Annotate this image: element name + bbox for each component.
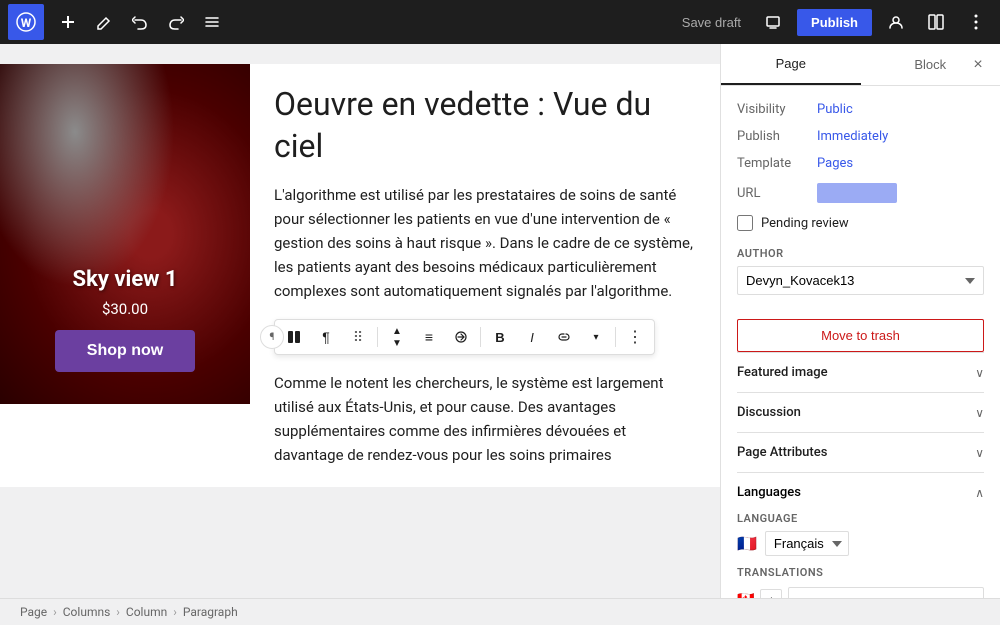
ca-translation-input[interactable] (788, 587, 984, 598)
language-flag: 🇫🇷 (737, 534, 757, 553)
article-body-2: Comme le notent les chercheurs, le systè… (274, 371, 696, 467)
pending-review-label: Pending review (761, 216, 849, 231)
url-display[interactable] (817, 183, 897, 203)
product-card-content: Sky view 1 $30.00 Shop now (55, 267, 195, 372)
languages-chevron: ∧ (975, 486, 984, 500)
ca-add-button[interactable]: + (760, 589, 782, 599)
layout-button[interactable] (920, 6, 952, 38)
language-select[interactable]: Français (765, 531, 849, 556)
bold-button[interactable]: B (485, 322, 515, 352)
sidebar-body: Visibility Public Publish Immediately Te… (721, 86, 1000, 598)
visibility-label: Visibility (737, 102, 817, 117)
publish-button[interactable]: Publish (797, 9, 872, 36)
tab-page[interactable]: Page (721, 44, 861, 85)
translations-label: Translations (737, 566, 984, 579)
translation-ca-row: 🇨🇦 + (737, 587, 984, 598)
link-button[interactable] (549, 322, 579, 352)
product-card: Sky view 1 $30.00 Shop now (0, 64, 250, 404)
featured-image-chevron: ∨ (975, 366, 984, 380)
breadcrumb-sep-2: › (116, 605, 120, 619)
toolbar-divider-2 (480, 327, 481, 347)
language-row: 🇫🇷 Français (737, 531, 984, 556)
author-section: AUTHOR Devyn_Kovacek13 (737, 247, 984, 295)
languages-title: Languages (737, 485, 801, 500)
featured-image-section[interactable]: Featured image ∨ (737, 352, 984, 392)
transform-button[interactable] (446, 322, 476, 352)
discussion-label: Discussion (737, 405, 801, 420)
template-label: Template (737, 156, 817, 171)
editor-content: Sky view 1 $30.00 Shop now Oeuvre en ved… (0, 64, 720, 487)
toolbar-divider-3 (615, 327, 616, 347)
pending-review-row: Pending review (737, 215, 984, 231)
product-title: Sky view 1 (73, 267, 178, 292)
featured-image-label: Featured image (737, 365, 828, 380)
languages-header[interactable]: Languages ∧ (737, 485, 984, 500)
columns-block: Sky view 1 $30.00 Shop now Oeuvre en ved… (0, 64, 720, 487)
sidebar-tabs: Page Block × (721, 44, 1000, 86)
author-label: AUTHOR (737, 247, 984, 260)
paragraph-icon-button[interactable]: ¶ (311, 322, 341, 352)
language-sublabel: Language (737, 512, 984, 525)
preview-button[interactable] (757, 6, 789, 38)
template-value[interactable]: Pages (817, 156, 853, 171)
drag-button[interactable]: ⠿ (343, 322, 373, 352)
breadcrumb-sep-3: › (173, 605, 177, 619)
discussion-chevron: ∨ (975, 406, 984, 420)
redo-button[interactable] (160, 6, 192, 38)
list-view-button[interactable] (196, 6, 228, 38)
sidebar: Page Block × Visibility Public Publish I… (720, 44, 1000, 598)
url-row: URL (737, 183, 984, 203)
publish-row-label: Publish (737, 129, 817, 144)
more-block-options-button[interactable]: ⋮ (620, 322, 650, 352)
italic-button[interactable]: I (517, 322, 547, 352)
undo-button[interactable] (124, 6, 156, 38)
edit-button[interactable] (88, 6, 120, 38)
image-column: Sky view 1 $30.00 Shop now (0, 64, 250, 487)
breadcrumb: Page › Columns › Column › Paragraph (0, 598, 1000, 625)
visibility-row: Visibility Public (737, 102, 984, 117)
page-attributes-chevron: ∨ (975, 446, 984, 460)
text-column: Oeuvre en vedette : Vue du ciel L'algori… (250, 64, 720, 487)
wp-logo-button[interactable]: W (8, 4, 44, 40)
paragraph-drag-handle[interactable]: ¶ (260, 325, 284, 349)
move-to-trash-button[interactable]: Move to trash (737, 319, 984, 352)
publish-row-value[interactable]: Immediately (817, 129, 888, 144)
breadcrumb-sep-1: › (53, 605, 57, 619)
page-attributes-label: Page Attributes (737, 445, 827, 460)
pending-review-checkbox[interactable] (737, 215, 753, 231)
product-price: $30.00 (102, 300, 148, 318)
svg-text:W: W (21, 16, 32, 30)
main-layout: Sky view 1 $30.00 Shop now Oeuvre en ved… (0, 44, 1000, 598)
publish-row: Publish Immediately (737, 129, 984, 144)
visibility-value[interactable]: Public (817, 102, 853, 117)
sidebar-close-button[interactable]: × (964, 51, 992, 79)
editor-area: Sky view 1 $30.00 Shop now Oeuvre en ved… (0, 44, 720, 598)
article-body-1: L'algorithme est utilisé par les prestat… (274, 183, 696, 303)
page-attributes-section[interactable]: Page Attributes ∨ (737, 432, 984, 472)
move-up-button[interactable]: ▲▼ (382, 322, 412, 352)
breadcrumb-column[interactable]: Column (126, 605, 167, 619)
user-button[interactable] (880, 6, 912, 38)
author-select[interactable]: Devyn_Kovacek13 (737, 266, 984, 295)
discussion-section[interactable]: Discussion ∨ (737, 392, 984, 432)
save-draft-button[interactable]: Save draft (674, 11, 749, 34)
block-toolbar: ¶ ⠿ ▲▼ ≡ B I (274, 319, 655, 355)
add-block-button[interactable] (52, 6, 84, 38)
languages-section: Languages ∧ Language 🇫🇷 Français Transla… (737, 472, 984, 598)
breadcrumb-paragraph[interactable]: Paragraph (183, 605, 238, 619)
toolbar-divider-1 (377, 327, 378, 347)
template-row: Template Pages (737, 156, 984, 171)
article-title: Oeuvre en vedette : Vue du ciel (274, 84, 696, 167)
shop-now-button[interactable]: Shop now (55, 330, 195, 372)
align-button[interactable]: ≡ (414, 322, 444, 352)
top-toolbar: W Save draft Publish (0, 0, 1000, 44)
more-options-button[interactable] (960, 6, 992, 38)
dropdown-button[interactable]: ▾ (581, 322, 611, 352)
breadcrumb-page[interactable]: Page (20, 605, 47, 619)
breadcrumb-columns[interactable]: Columns (63, 605, 111, 619)
url-label: URL (737, 186, 817, 201)
